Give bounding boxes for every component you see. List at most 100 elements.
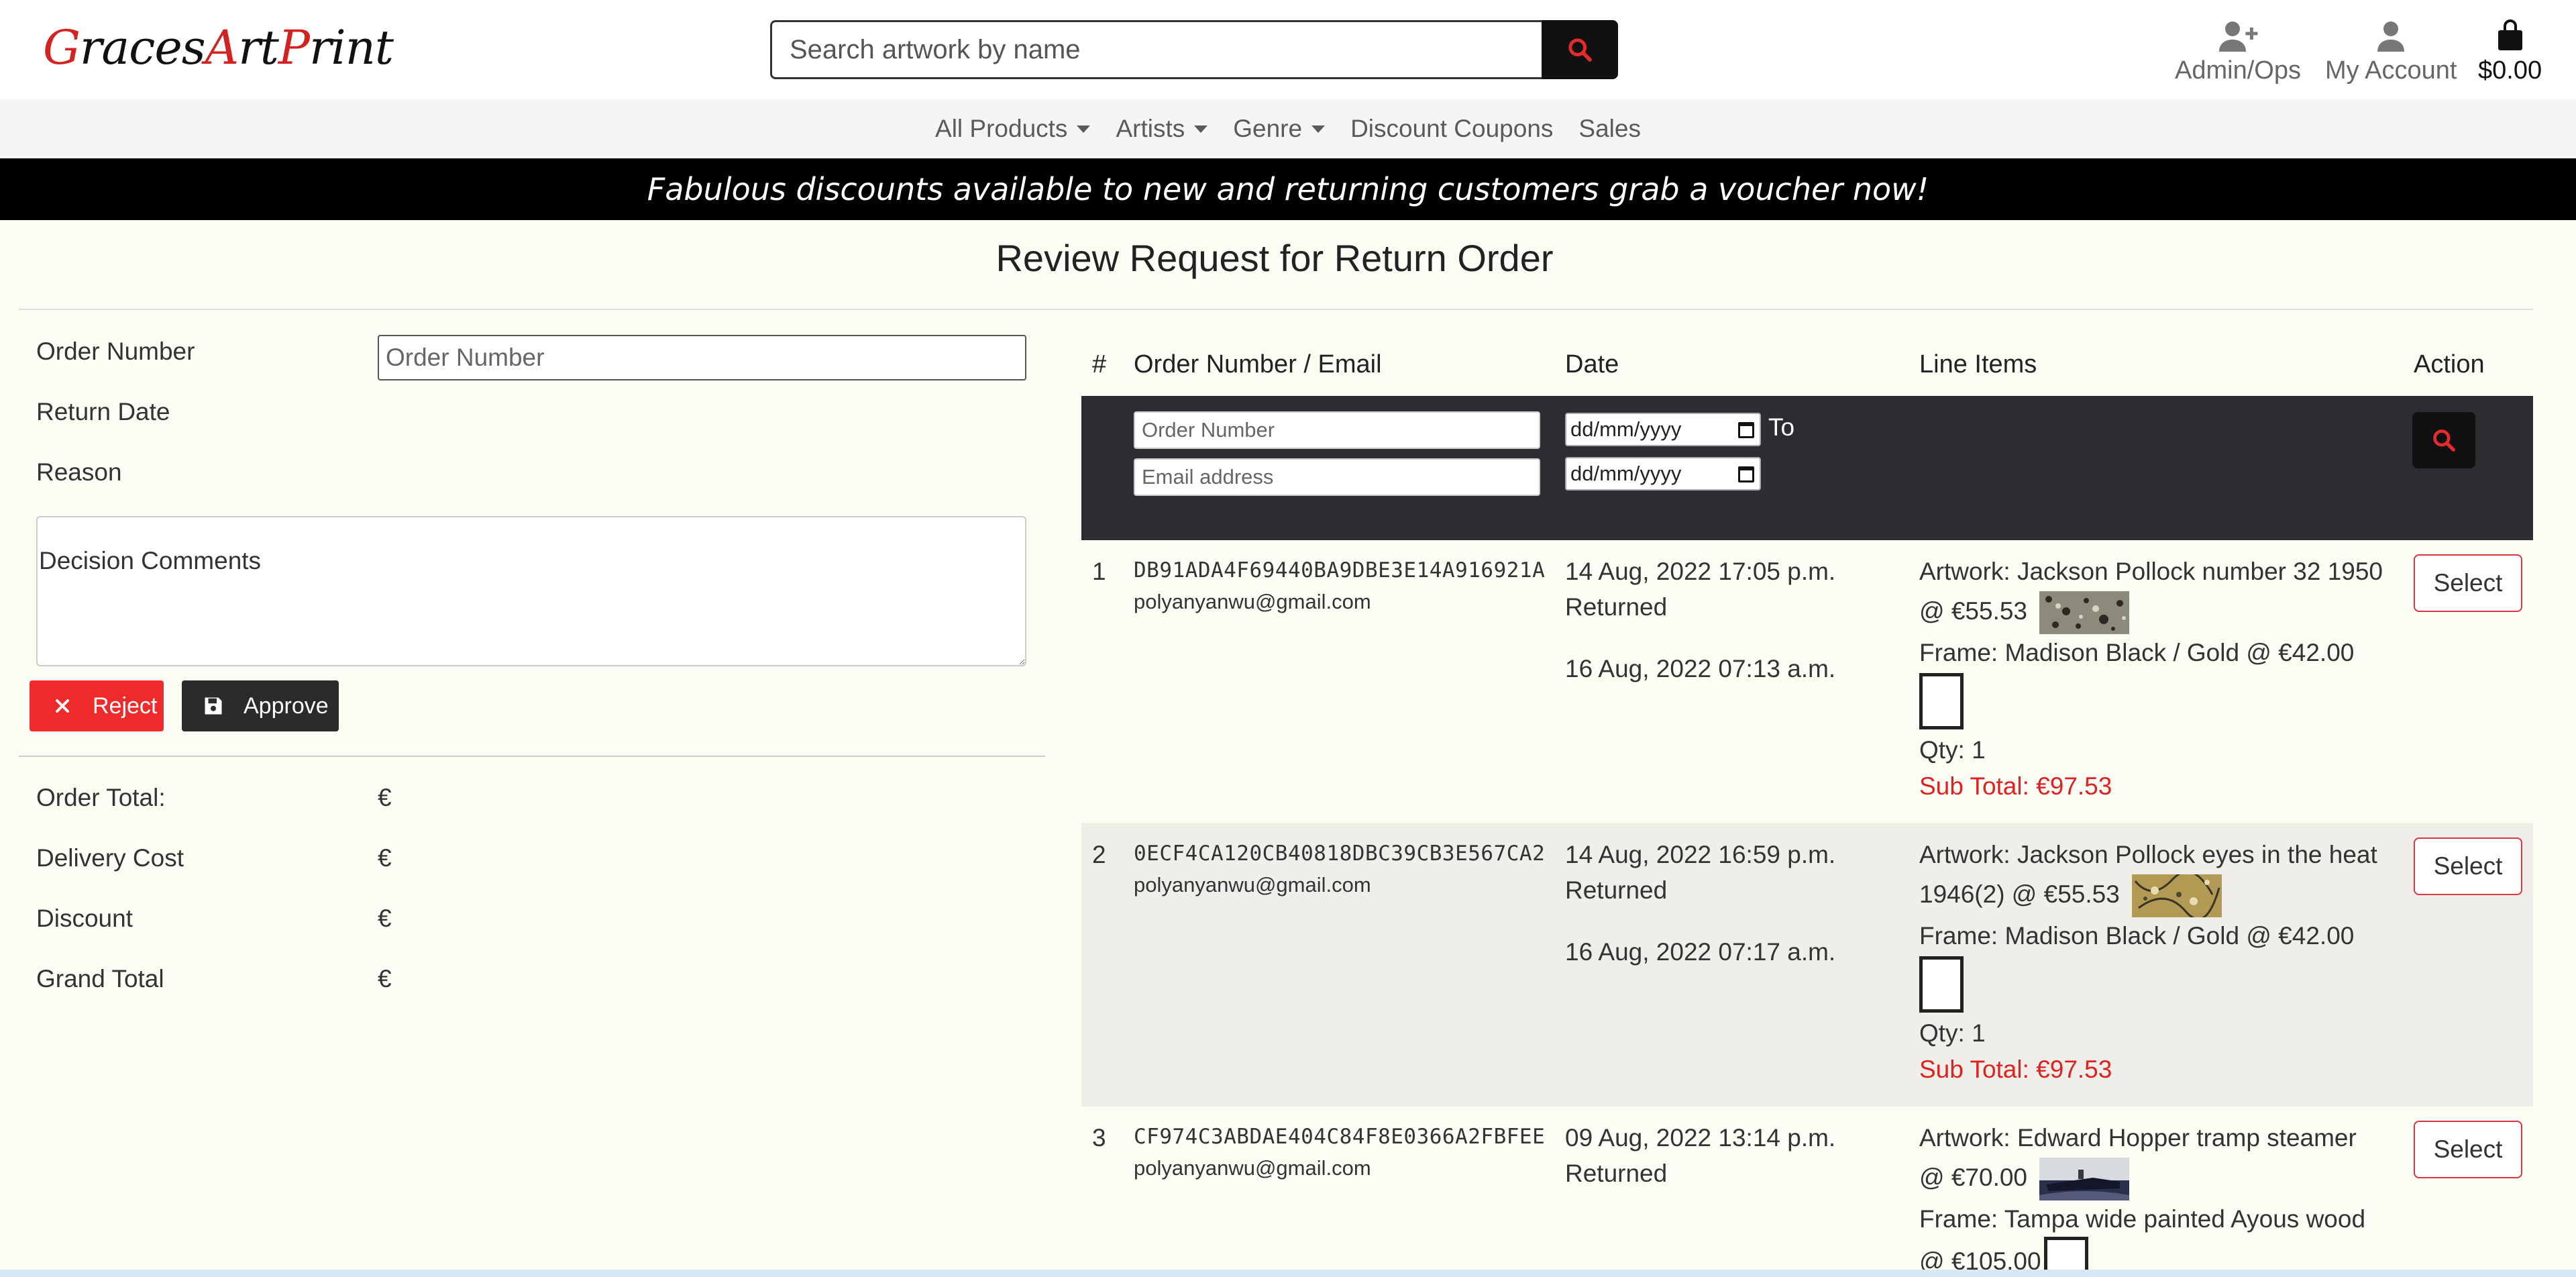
row-number: 3: [1092, 1124, 1106, 1152]
grand-total-label: Grand Total: [36, 965, 164, 992]
select-button[interactable]: Select: [2414, 837, 2522, 895]
site-search: [770, 20, 1618, 79]
row-number: 2: [1092, 841, 1106, 868]
nav-label: Sales: [1578, 115, 1641, 142]
reject-button[interactable]: Reject: [30, 680, 164, 731]
cart-link[interactable]: $0.00: [2478, 9, 2542, 85]
return-date-label: Return Date: [36, 398, 170, 425]
page-title: Review Request for Return Order: [996, 237, 1554, 279]
row-number: 1: [1092, 558, 1106, 585]
reason-label: Reason: [36, 458, 122, 486]
reject-label: Reject: [93, 693, 158, 719]
frame-thumbnail: [1919, 956, 1964, 1013]
divider: [19, 756, 1045, 757]
order-total-value: €: [378, 784, 392, 811]
quantity: Qty: 1: [1919, 1019, 1986, 1047]
nav-artists[interactable]: Artists: [1103, 115, 1220, 143]
caret-down-icon: [1077, 125, 1091, 133]
promo-banner: Fabulous discounts available to new and …: [0, 158, 2576, 220]
search-icon: [1568, 38, 1592, 62]
filter-date-to[interactable]: dd/mm/yyyy: [1565, 457, 1761, 491]
logo-text: A: [205, 20, 239, 75]
filter-search-button[interactable]: [2412, 412, 2475, 468]
quantity: Qty: 1: [1919, 736, 1986, 764]
column-header-line-items: Line Items: [1919, 350, 2037, 378]
discount-value: €: [378, 905, 392, 932]
top-header: GracesArtPrint Admin/Ops My Account $0.0…: [0, 0, 2576, 99]
order-number-input[interactable]: [378, 335, 1026, 380]
nav-label: Genre: [1233, 115, 1303, 142]
cart-total: $0.00: [2478, 56, 2542, 85]
delivery-cost-label: Delivery Cost: [36, 844, 184, 872]
frame-thumbnail: [1919, 673, 1964, 729]
artwork-line: Artwork: Jackson Pollock number 32 1950: [1919, 558, 2383, 585]
artwork-price-line: 1946(2) @ €55.53: [1919, 874, 2222, 917]
artwork-thumbnail: [2039, 1158, 2130, 1201]
search-input[interactable]: [770, 20, 1543, 79]
my-account-label: My Account: [2325, 56, 2457, 85]
search-icon: [2433, 429, 2455, 452]
artwork-price: 1946(2) @ €55.53: [1919, 880, 2120, 908]
logo-text: P: [278, 20, 310, 75]
return-date: 16 Aug, 2022 07:17 a.m.: [1565, 938, 1836, 966]
customer-email: polyanyanwu@gmail.com: [1134, 873, 1371, 897]
main-nav: All Products Artists Genre Discount Coup…: [0, 99, 2576, 158]
logo-text: G: [43, 20, 80, 75]
frame-line: Frame: Madison Black / Gold @ €42.00: [1919, 922, 2355, 950]
column-header-num: #: [1092, 350, 1107, 378]
date-from-value: dd/mm/yyyy: [1570, 417, 1682, 441]
subtotal: Sub Total: €97.53: [1919, 772, 2112, 800]
artwork-price: @ €70.00: [1919, 1163, 2028, 1191]
return-date: 16 Aug, 2022 07:13 a.m.: [1565, 655, 1836, 682]
select-button[interactable]: Select: [2414, 554, 2522, 612]
nav-all-products[interactable]: All Products: [922, 115, 1103, 143]
caret-down-icon: [1194, 125, 1208, 133]
grand-total-value: €: [378, 965, 392, 992]
customer-email: polyanyanwu@gmail.com: [1134, 1156, 1371, 1180]
admin-ops-link[interactable]: Admin/Ops: [2175, 9, 2301, 85]
user-plus-icon: [2218, 21, 2258, 52]
order-status: Returned: [1565, 1160, 1668, 1187]
frame-line: Frame: Madison Black / Gold @ €42.00: [1919, 639, 2355, 666]
order-status: Returned: [1565, 876, 1668, 904]
date-to-value: dd/mm/yyyy: [1570, 462, 1682, 485]
my-account-link[interactable]: My Account: [2325, 9, 2457, 85]
date-range-to-label: To: [1768, 413, 1795, 441]
customer-email: polyanyanwu@gmail.com: [1134, 590, 1371, 613]
filter-order-number-input[interactable]: [1134, 411, 1540, 449]
artwork-thumbnail: [2132, 874, 2222, 917]
logo-text: races: [79, 20, 206, 75]
approve-button[interactable]: Approve: [182, 680, 339, 731]
nav-label: Artists: [1116, 115, 1185, 142]
calendar-icon: [1738, 422, 1754, 438]
order-date: 09 Aug, 2022 13:14 p.m.: [1565, 1124, 1836, 1152]
artwork-price-line: @ €70.00: [1919, 1158, 2130, 1201]
order-status: Returned: [1565, 593, 1668, 621]
delivery-cost-value: €: [378, 844, 392, 872]
close-icon: [51, 695, 74, 717]
nav-label: All Products: [935, 115, 1068, 142]
decision-comments-field[interactable]: [36, 516, 1026, 666]
shopping-bag-icon: [2498, 19, 2522, 50]
calendar-icon: [1738, 466, 1754, 482]
filter-date-from[interactable]: dd/mm/yyyy: [1565, 413, 1761, 446]
frame-line: Frame: Tampa wide painted Ayous wood: [1919, 1205, 2366, 1233]
logo-text: rint: [309, 20, 394, 75]
artwork-thumbnail: [2039, 591, 2130, 634]
divider: [19, 309, 2533, 310]
select-button[interactable]: Select: [2414, 1121, 2522, 1178]
column-header-date: Date: [1565, 350, 1619, 378]
nav-discount-coupons[interactable]: Discount Coupons: [1338, 115, 1566, 143]
search-button[interactable]: [1542, 20, 1618, 79]
column-header-order: Order Number / Email: [1134, 350, 1382, 378]
window-bottom-edge: [0, 1270, 2576, 1277]
nav-sales[interactable]: Sales: [1566, 115, 1654, 143]
site-logo[interactable]: GracesArtPrint: [43, 20, 394, 75]
order-number-label: Order Number: [36, 338, 195, 365]
order-total-label: Order Total:: [36, 784, 166, 811]
artwork-line: Artwork: Edward Hopper tramp steamer: [1919, 1124, 2357, 1152]
caret-down-icon: [1311, 125, 1326, 133]
nav-genre[interactable]: Genre: [1220, 115, 1338, 143]
artwork-line: Artwork: Jackson Pollock eyes in the hea…: [1919, 841, 2377, 868]
filter-email-input[interactable]: [1134, 458, 1540, 496]
